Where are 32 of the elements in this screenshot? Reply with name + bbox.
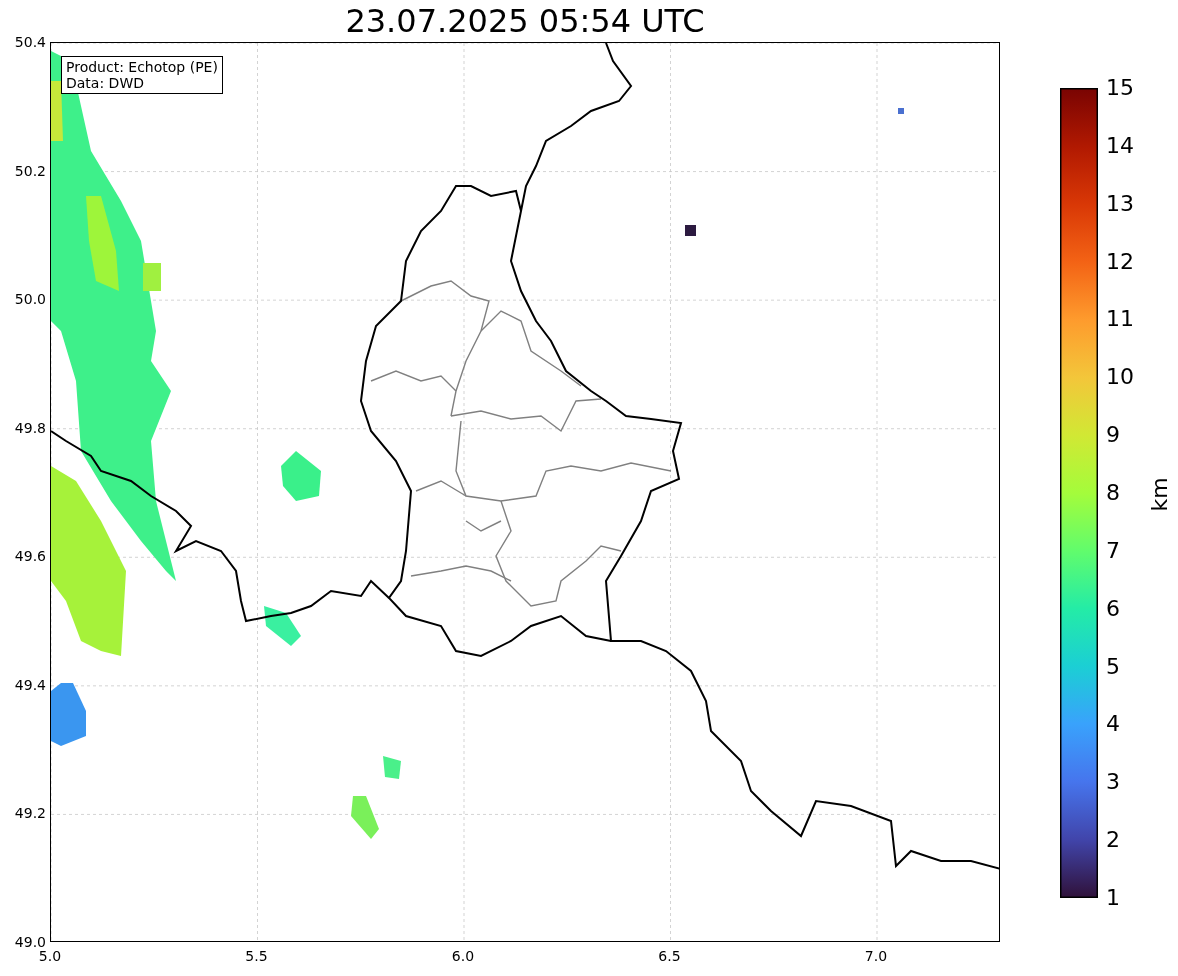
colorbar-tick-label: 9 <box>1106 422 1120 449</box>
colorbar-tick-label: 4 <box>1106 711 1120 738</box>
y-tick-label: 50.0 <box>14 291 46 308</box>
colorbar-tick-label: 8 <box>1106 480 1120 506</box>
colorbar-tick-label: 3 <box>1106 769 1120 796</box>
colorbar-tick-label: 11 <box>1106 306 1134 333</box>
legend-text: Data: DWD <box>66 75 145 91</box>
y-tick-label: 50.4 <box>14 34 46 50</box>
y-tick-label: 49.2 <box>14 805 46 822</box>
x-tick-label: 6.0 <box>451 948 475 964</box>
chart-title: 23.07.2025 05:54 UTC <box>345 2 705 40</box>
x-tick-label: 6.5 <box>658 948 681 964</box>
colorbar-tick-label: 13 <box>1106 190 1134 217</box>
colorbar-tick-label: 6 <box>1106 595 1120 622</box>
x-tick-label: 7.0 <box>864 948 888 964</box>
colorbar-tick-label: 15 <box>1106 75 1134 101</box>
y-tick-label: 49.4 <box>14 676 46 693</box>
colorbar-tick-label: 12 <box>1106 248 1134 275</box>
y-tick-label: 49.8 <box>14 419 46 436</box>
colorbar-tick-label: 2 <box>1106 827 1120 854</box>
colorbar-tick-label: 14 <box>1106 132 1134 159</box>
colorbar-tick-label: 7 <box>1106 537 1120 564</box>
x-tick-label: 5.5 <box>245 948 268 964</box>
y-tick-label: 50.2 <box>14 162 46 179</box>
legend-text: Product: Echotop (PE) <box>66 59 218 75</box>
colorbar-tick-label: 5 <box>1106 653 1120 680</box>
x-tick-label: 5.0 <box>38 948 62 964</box>
colorbar-tick-label: 1 <box>1106 885 1120 911</box>
y-tick-label: 49.0 <box>14 934 46 950</box>
colorbar-tick-label: 10 <box>1106 364 1134 391</box>
y-tick-label: 49.6 <box>14 548 46 565</box>
colorbar-label: km <box>1146 477 1172 512</box>
